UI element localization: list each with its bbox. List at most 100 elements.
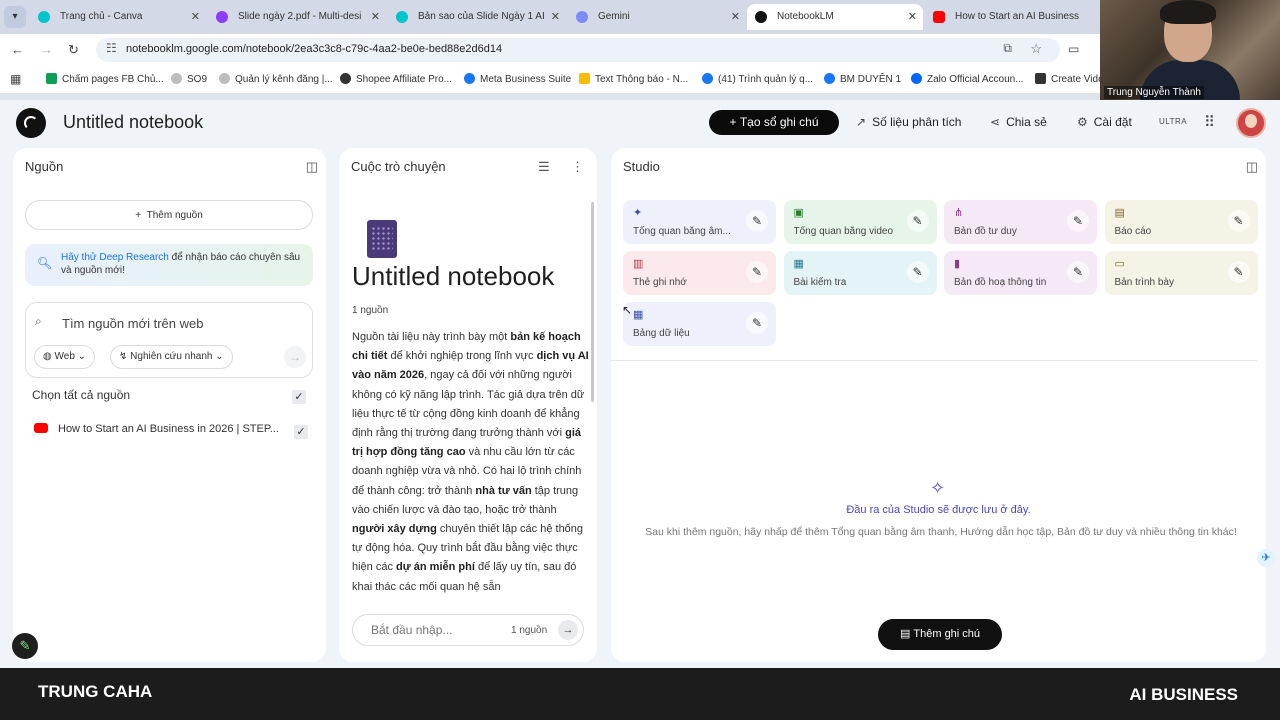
research-mode-chip[interactable]: ↯ Nghiên cứu nhanh ⌄ <box>110 345 233 369</box>
tab-search-icon[interactable]: ▾ <box>4 6 26 28</box>
research-mode-label: Nghiên cứu nhanh <box>130 351 213 362</box>
edit-fab-icon[interactable]: ✎ <box>12 633 38 659</box>
bookmark-item[interactable]: Zalo Official Accoun... <box>911 73 1024 85</box>
collapse-panel-icon[interactable]: ◫ <box>306 159 318 175</box>
add-source-button[interactable]: + Thêm nguồn <box>25 200 313 230</box>
deep-research-link[interactable]: Hãy thử Deep Research <box>61 252 169 263</box>
edit-pencil-icon[interactable]: ✎ <box>906 261 929 283</box>
notebook-title[interactable]: Untitled notebook <box>63 112 203 133</box>
tune-icon[interactable]: ☰ <box>538 159 550 175</box>
submit-arrow-icon[interactable]: → <box>284 346 306 368</box>
share-button[interactable]: ⋖ Chia sẻ <box>990 115 1047 129</box>
send-arrow-icon[interactable]: → <box>558 620 578 640</box>
close-icon[interactable]: ✕ <box>551 4 560 30</box>
audio-sparkle-icon: ✦ <box>633 207 643 219</box>
studio-tile[interactable]: ⋔ Bản đồ tư duy ✎ <box>944 200 1097 244</box>
chat-source-count: 1 nguồn <box>511 625 548 636</box>
tab-gemini[interactable]: Gemini ✕ <box>568 4 746 30</box>
close-icon[interactable]: ✕ <box>731 4 740 30</box>
select-all-checkbox[interactable]: ✓ <box>292 390 306 404</box>
site-info-icon[interactable]: ☷ <box>106 41 117 55</box>
tab-notebooklm[interactable]: NotebookLM ✕ <box>747 4 923 30</box>
studio-tile[interactable]: ✦ Tổng quan bằng âm... ✎ <box>623 200 776 244</box>
studio-tile[interactable]: ▭ Bản trình bày ✎ <box>1104 251 1258 295</box>
studio-tile[interactable]: ▦ Bảng dữ liệu ✎ <box>623 302 776 346</box>
create-notebook-button[interactable]: + Tạo sổ ghi chú <box>709 110 839 135</box>
studio-tile[interactable]: ▣ Tổng quan bằng video ✎ <box>783 200 937 244</box>
edit-pencil-icon[interactable]: ✎ <box>1227 261 1250 283</box>
google-apps-icon[interactable]: ⠿ <box>1204 113 1215 131</box>
plan-badge: ULTRA <box>1159 117 1188 126</box>
bookmark-item[interactable]: SO9 <box>171 73 207 85</box>
address-bar[interactable]: ☷ notebooklm.google.com/notebook/2ea3c3c… <box>96 38 1060 62</box>
bookmark-item[interactable]: BM DUYÊN 1 <box>824 73 901 85</box>
slides-icon: ▭ <box>1114 258 1125 270</box>
bookmark-label: BM DUYÊN 1 <box>840 74 902 85</box>
select-all-row[interactable]: Chọn tất cả nguồn ✓ <box>32 388 306 408</box>
studio-tile[interactable]: ▦ Bài kiểm tra ✎ <box>783 251 937 295</box>
bookmark-item[interactable]: Meta Business Suite <box>464 73 571 85</box>
edit-pencil-icon[interactable]: ✎ <box>746 261 768 283</box>
plus-icon: + <box>135 210 147 221</box>
edit-pencil-icon[interactable]: ✎ <box>906 210 929 232</box>
forward-icon[interactable]: → <box>40 42 53 57</box>
chat-input[interactable]: Bắt đầu nhập... 1 nguồn → <box>352 614 584 646</box>
edit-pencil-icon[interactable]: ✎ <box>1227 210 1250 232</box>
url-text[interactable]: notebooklm.google.com/notebook/2ea3c3c8-… <box>126 43 502 55</box>
bookmark-item[interactable]: Create Vide <box>1035 73 1104 85</box>
tab-youtube[interactable]: How to Start an AI Business <box>925 4 1101 30</box>
chat-scrollbar[interactable] <box>591 202 594 402</box>
analytics-button[interactable]: ↗ Số liệu phân tích <box>856 115 961 129</box>
gemini-icon <box>576 11 588 23</box>
studio-tile[interactable]: ▮ Bản đồ hoạ thông tin ✎ <box>944 251 1097 295</box>
extensions-icon[interactable]: ▭ <box>1068 42 1079 56</box>
add-note-button[interactable]: ▤ Thêm ghi chú <box>878 619 1002 650</box>
search-input[interactable]: Tìm nguồn mới trên web <box>62 316 203 331</box>
notebooklm-logo[interactable] <box>16 108 46 138</box>
avatar[interactable] <box>1236 108 1266 138</box>
more-vert-icon[interactable]: ⋮ <box>571 159 584 175</box>
bookmark-star-icon[interactable]: ☆ <box>1030 41 1042 57</box>
edit-pencil-icon[interactable]: ✎ <box>746 210 768 232</box>
edit-pencil-icon[interactable]: ✎ <box>746 312 768 334</box>
close-icon[interactable]: ✕ <box>908 4 917 30</box>
bookmark-item[interactable]: Text Thông báo - N... <box>579 73 688 85</box>
edit-pencil-icon[interactable]: ✎ <box>1067 210 1089 232</box>
bookmark-item[interactable]: (41) Trình quản lý q... <box>702 73 813 85</box>
chevron-down-icon: ⌄ <box>212 351 224 362</box>
settings-button[interactable]: ⚙ Cài đặt <box>1077 115 1132 129</box>
select-all-label: Chọn tất cả nguồn <box>32 388 131 402</box>
report-icon: ▤ <box>1114 207 1125 219</box>
close-icon[interactable]: ✕ <box>371 4 380 30</box>
edit-pencil-icon[interactable]: ✎ <box>1067 261 1089 283</box>
chat-input-placeholder: Bắt đầu nhập... <box>371 623 453 637</box>
source-item[interactable]: How to Start an AI Business in 2026 | ST… <box>34 423 308 443</box>
apps-grid-icon[interactable]: ▦ <box>10 72 21 86</box>
studio-tile-label: Bản trình bày <box>1114 277 1174 288</box>
tab-canva-home[interactable]: Trang chủ - Canva ✕ <box>30 4 206 30</box>
bookmark-item[interactable]: Quản lý kênh đăng |... <box>219 73 333 85</box>
zalo-icon <box>911 73 922 84</box>
bookmark-item[interactable]: Chấm pages FB Chủ... <box>46 73 164 85</box>
studio-tile[interactable]: ▤ Báo cáo ✎ <box>1104 200 1258 244</box>
assistant-bubble-icon[interactable]: ✈ <box>1257 549 1275 567</box>
back-icon[interactable]: ← <box>11 42 24 57</box>
close-icon[interactable]: ✕ <box>191 4 200 30</box>
tab-title: How to Start an AI Business <box>955 11 1079 22</box>
bookmark-item[interactable]: Shopee Affiliate Pro... <box>340 73 452 85</box>
install-app-icon[interactable]: ⧉ <box>1003 41 1012 56</box>
video-lower-third: TRUNG CAHA AI BUSINESS <box>0 668 1280 720</box>
shopee-icon <box>340 73 351 84</box>
data-table-icon: ▦ <box>633 309 644 321</box>
bookmark-label: Text Thông báo - N... <box>595 74 689 85</box>
infographic-icon: ▮ <box>954 258 961 270</box>
source-checkbox[interactable]: ✓ <box>294 425 308 439</box>
tab-slide-pdf[interactable]: Slide ngày 2.pdf - Multi-desi ✕ <box>208 4 386 30</box>
collapse-panel-icon[interactable]: ◫ <box>1246 159 1258 175</box>
tab-slide-copy[interactable]: Bản sao của Slide Ngày 1 AI ✕ <box>388 4 566 30</box>
reload-icon[interactable]: ↻ <box>68 42 79 58</box>
summary-segment: nhà tư vấn <box>475 484 532 497</box>
web-filter-chip[interactable]: ◍ Web ⌄ <box>34 345 96 369</box>
tab-title: Gemini <box>598 11 630 22</box>
studio-tile[interactable]: ▥ Thẻ ghi nhớ ✎ <box>623 251 776 295</box>
